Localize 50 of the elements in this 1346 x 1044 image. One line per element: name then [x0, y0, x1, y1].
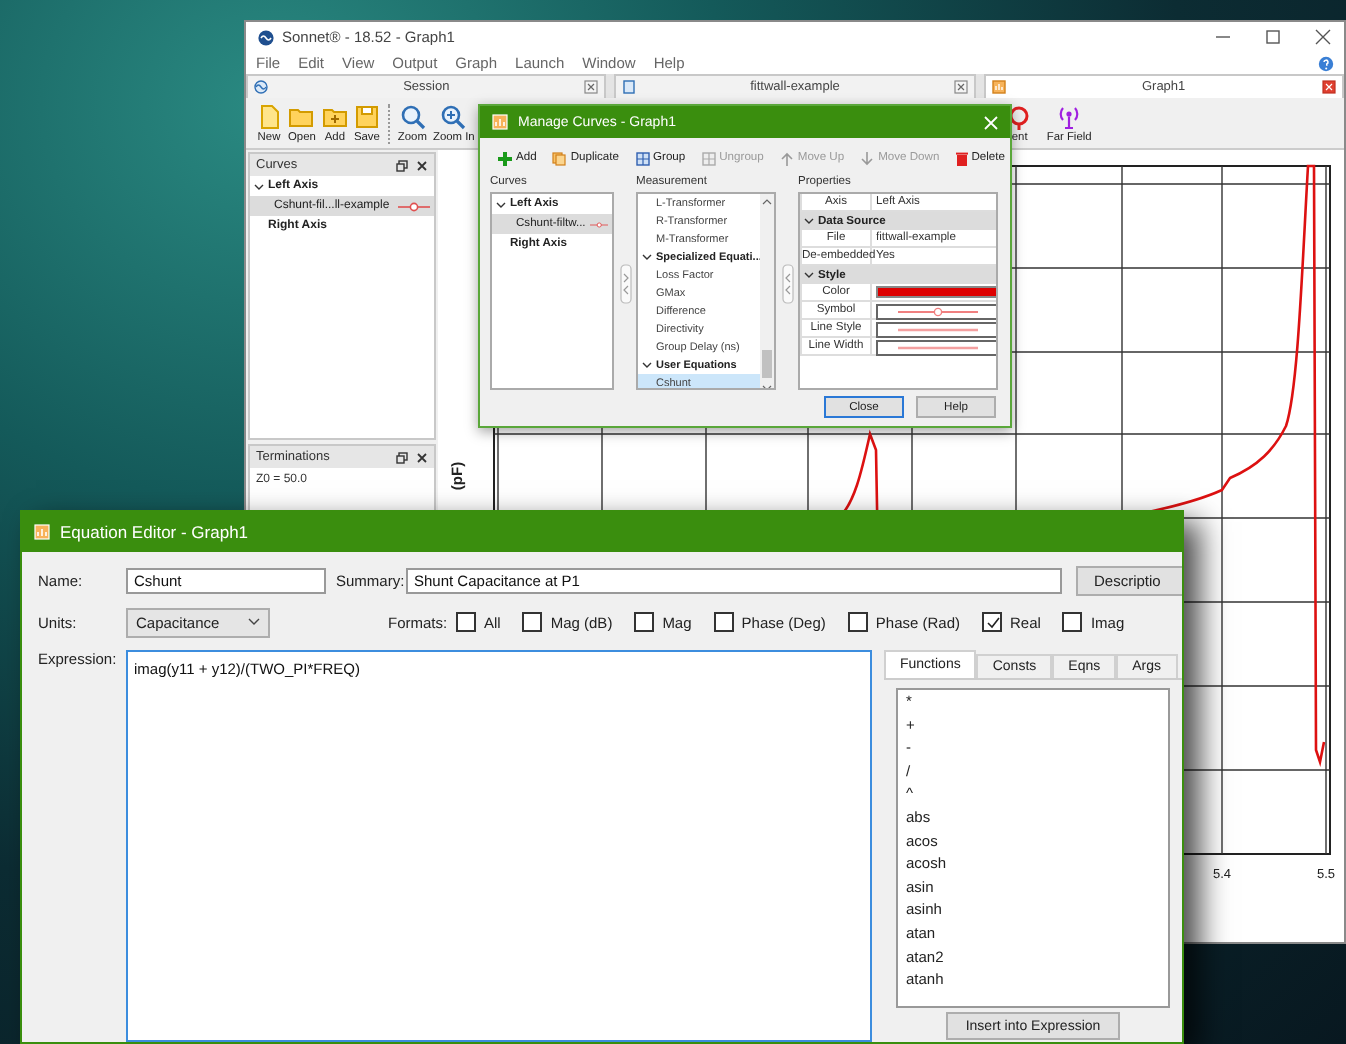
ungroup-icon — [701, 151, 716, 165]
probe-icon — [1006, 103, 1033, 129]
graph-icon — [991, 80, 1006, 94]
tab-close-icon[interactable] — [953, 80, 968, 94]
graph-icon — [492, 114, 508, 130]
dialog-title: Equation Editor - Graph1 — [60, 522, 249, 542]
save-icon — [353, 103, 380, 129]
chevron-icon — [804, 270, 814, 280]
symbol-preview[interactable] — [876, 304, 996, 320]
close-button[interactable] — [1314, 28, 1332, 46]
checkmark-icon — [985, 615, 999, 629]
zoom-in-icon — [440, 103, 467, 129]
new-file-icon — [256, 103, 282, 129]
line-symbol-icon — [589, 219, 608, 229]
line-preview[interactable] — [876, 322, 996, 338]
splitter-handle-icon[interactable] — [619, 263, 631, 303]
arrow-up-icon — [779, 151, 794, 165]
tab-close-icon[interactable] — [584, 80, 599, 94]
app-logo-icon — [258, 29, 274, 45]
close-icon — [1314, 28, 1332, 46]
close-icon[interactable] — [416, 159, 428, 171]
line-symbol-icon — [398, 201, 430, 211]
tab-close-icon[interactable] — [1321, 80, 1336, 94]
arrow-down-icon — [860, 151, 875, 165]
splitter-handle-icon[interactable] — [781, 263, 793, 303]
folder-plus-icon — [321, 103, 348, 129]
folder-icon — [288, 103, 315, 129]
color-swatch[interactable] — [876, 286, 996, 298]
antenna-icon — [1056, 103, 1083, 129]
maximize-icon — [1264, 28, 1282, 46]
chevron-icon — [804, 216, 814, 226]
group-icon — [635, 151, 649, 165]
chevron-icon — [496, 199, 506, 209]
float-icon[interactable] — [396, 159, 408, 171]
magnifier-icon — [399, 103, 426, 129]
chevron-icon — [642, 252, 652, 262]
float-icon[interactable] — [396, 451, 408, 463]
copy-icon — [552, 151, 567, 165]
close-icon[interactable] — [416, 451, 428, 463]
graph-icon — [34, 524, 50, 540]
trash-icon — [955, 151, 968, 165]
document-icon — [622, 80, 637, 94]
chevron-icon — [254, 181, 264, 191]
help-icon[interactable] — [1318, 55, 1334, 71]
maximize-button[interactable] — [1264, 28, 1282, 46]
line-preview[interactable] — [876, 340, 996, 356]
wave-icon — [254, 80, 268, 94]
plus-icon — [498, 151, 512, 165]
chevron-down-icon — [248, 618, 260, 626]
chevron-icon — [642, 360, 652, 370]
